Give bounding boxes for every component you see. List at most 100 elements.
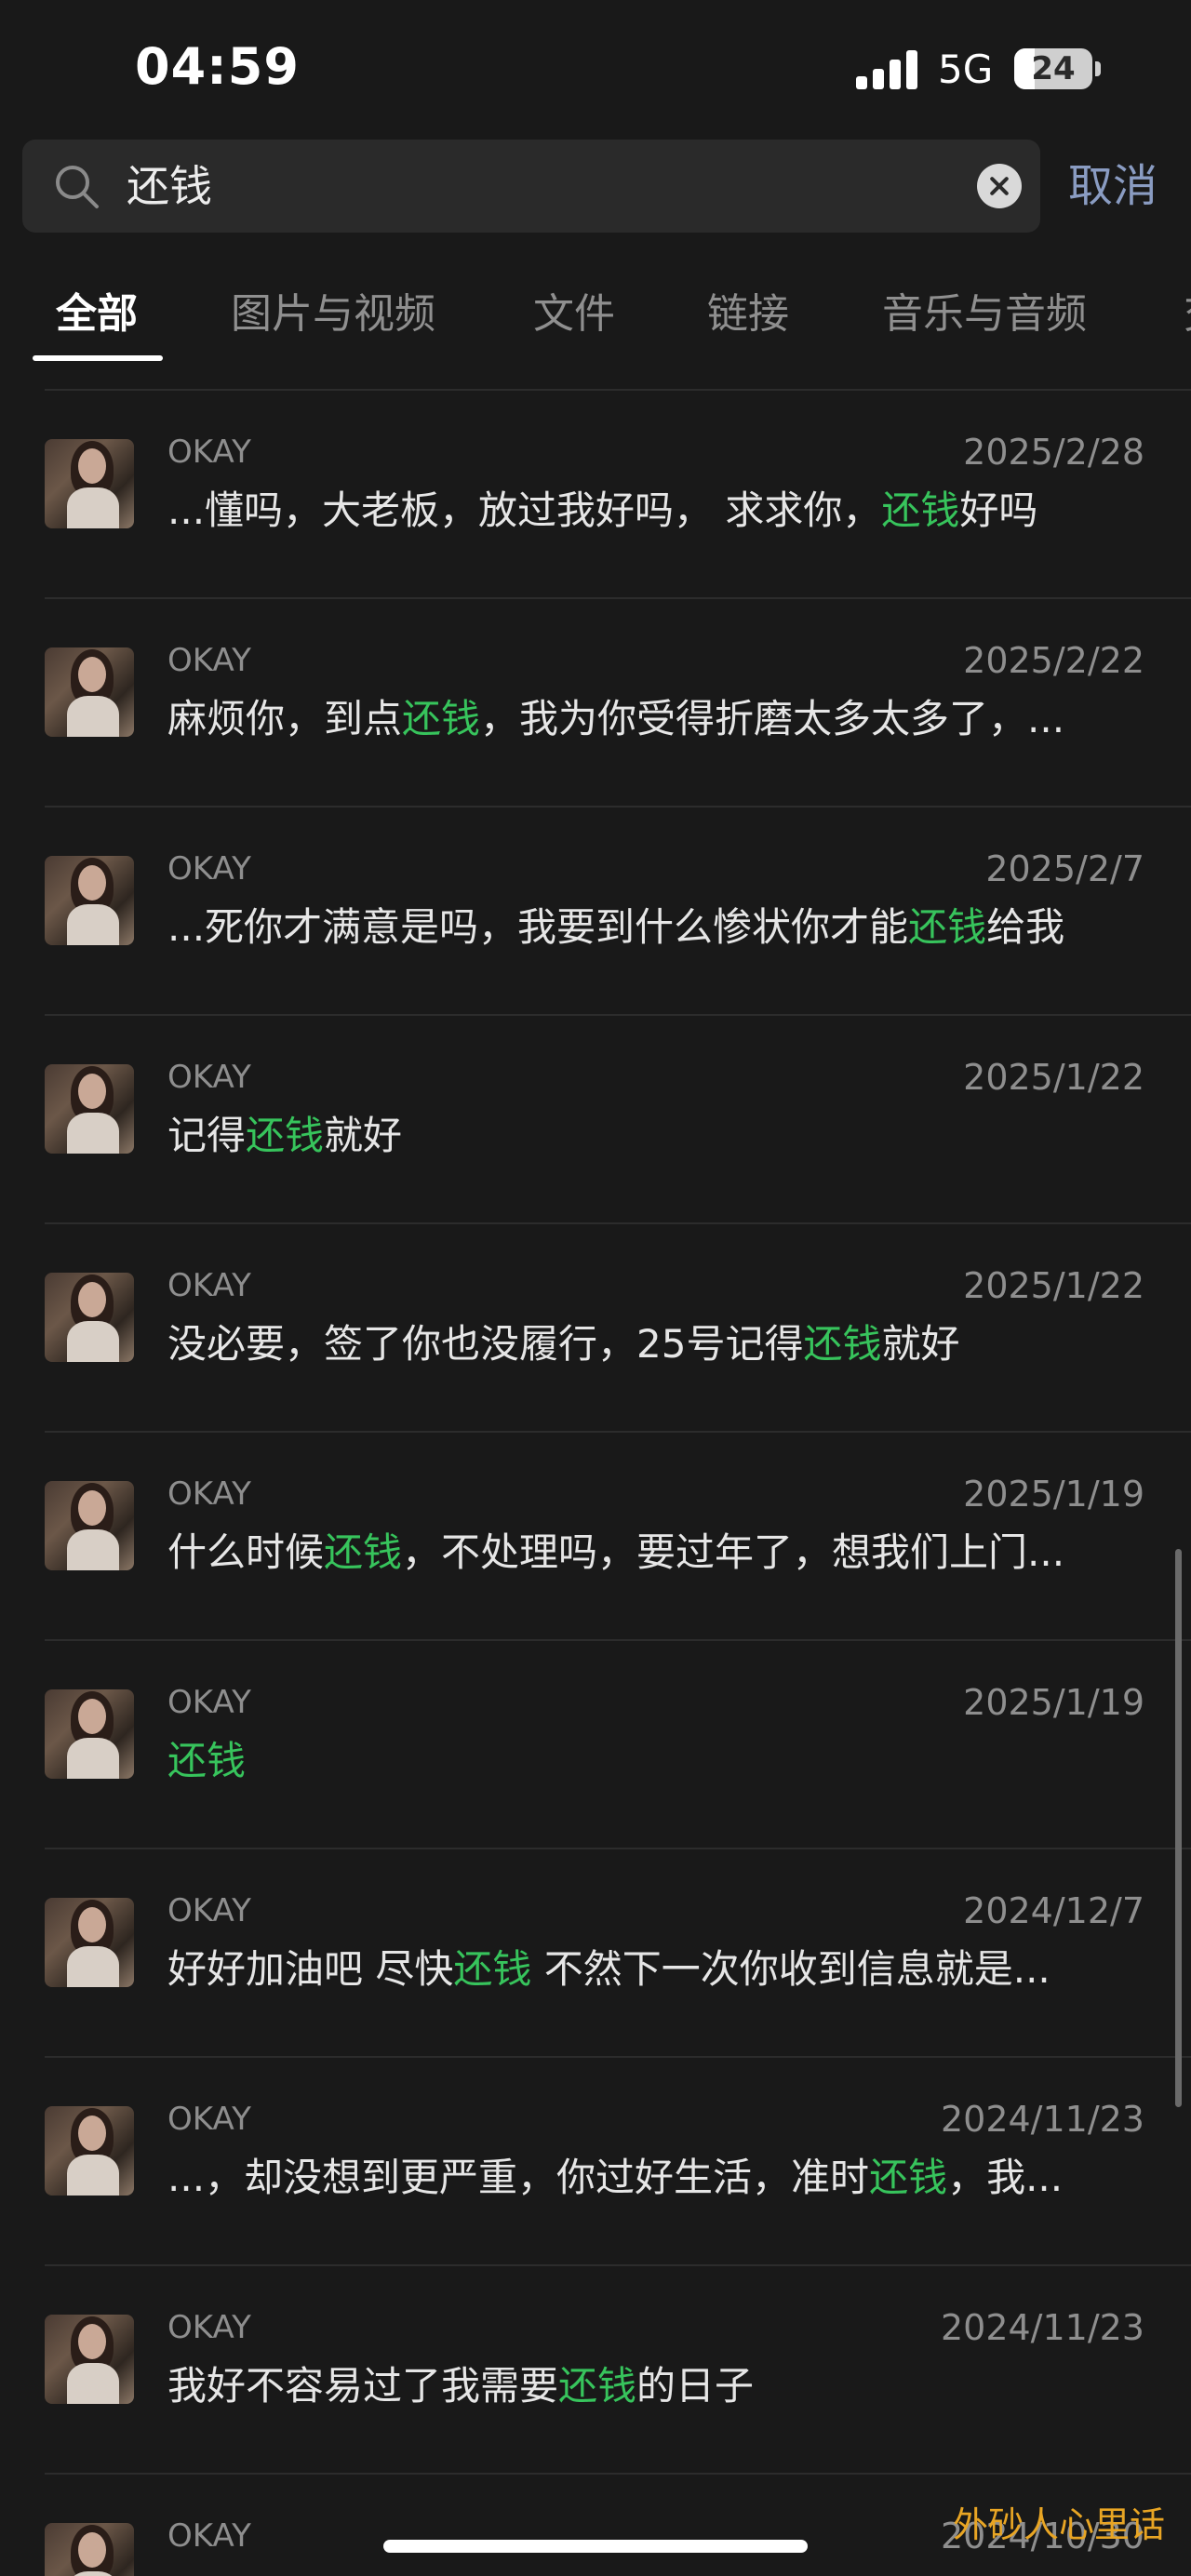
contact-name: OKAY — [167, 2517, 251, 2555]
snippet-highlight: 还钱 — [869, 2155, 948, 2200]
result-item[interactable]: OKAY 2025/2/28 ...懂吗，大老板，放过我好吗， 求求你，还钱好吗 — [0, 391, 1191, 599]
avatar-face-shape — [78, 2532, 106, 2568]
snippet-text-after: ，我... — [947, 2155, 1064, 2200]
message-snippet: 记得还钱就好 — [167, 1109, 1146, 1163]
avatar-body-shape — [67, 1529, 119, 1570]
result-item[interactable]: OKAY 2025/2/22 麻烦你，到点还钱，我为你受得折磨太多太多了，... — [0, 599, 1191, 808]
contact-name: OKAY — [167, 1267, 251, 1304]
contact-avatar — [45, 2523, 134, 2576]
avatar-face-shape — [78, 2116, 106, 2151]
snippet-text-before: 没必要，签了你也没履行，25号记得 — [167, 1321, 804, 1367]
tab-links[interactable]: 链接 — [707, 287, 789, 342]
message-date: 2025/1/22 — [963, 1265, 1144, 1306]
watermark-text: 外砂人心里话 — [953, 2504, 1166, 2545]
search-input[interactable]: 还钱 — [127, 160, 212, 212]
avatar-body-shape — [67, 904, 119, 945]
battery-tip-icon — [1095, 61, 1101, 76]
avatar-body-shape — [67, 2363, 119, 2404]
message-date: 2024/11/23 — [940, 2099, 1144, 2140]
avatar-face-shape — [78, 1490, 106, 1526]
avatar-body-shape — [67, 1946, 119, 1987]
result-item[interactable]: OKAY 2025/2/7 ...死你才满意是吗，我要到什么惨状你才能还钱给我 — [0, 808, 1191, 1016]
battery-level: 24 — [1031, 50, 1076, 87]
contact-name: OKAY — [167, 434, 251, 471]
snippet-text-after: 给我 — [986, 904, 1065, 950]
result-item[interactable]: OKAY 2024/12/7 好好加油吧 尽快还钱 不然下一次你收到信息就是... — [0, 1849, 1191, 2058]
message-snippet: 好好加油吧 尽快还钱 不然下一次你收到信息就是... — [167, 1942, 1146, 1996]
snippet-highlight: 还钱 — [167, 1738, 247, 1783]
contact-avatar — [45, 1898, 134, 1987]
contact-avatar — [45, 439, 134, 528]
search-results-list: OKAY 2025/2/28 ...懂吗，大老板，放过我好吗， 求求你，还钱好吗 OK… — [0, 363, 1191, 2576]
message-snippet: 我好不容易过了我需要还钱的日子 — [167, 2359, 1146, 2413]
active-tab-indicator — [33, 355, 163, 361]
snippet-text-before: 什么时候 — [167, 1529, 325, 1575]
message-snippet: ...懂吗，大老板，放过我好吗， 求求你，还钱好吗 — [167, 484, 1146, 538]
tab-files[interactable]: 文件 — [533, 287, 615, 342]
search-icon — [56, 166, 99, 208]
snippet-text-after: ，我为你受得折磨太多太多了，... — [480, 696, 1065, 741]
tab-more[interactable]: 交 — [1184, 287, 1191, 342]
message-date: 2025/1/22 — [963, 1057, 1144, 1098]
snippet-highlight: 还钱 — [402, 696, 481, 741]
contact-avatar — [45, 1064, 134, 1154]
result-item[interactable]: OKAY 2025/1/19 什么时候还钱，不处理吗，要过年了，想我们上门... — [0, 1433, 1191, 1641]
tab-images-videos[interactable]: 图片与视频 — [231, 287, 435, 342]
snippet-text-before: 记得 — [167, 1113, 247, 1158]
status-bar: 04:59 5G 24 — [0, 0, 1191, 140]
message-snippet: 麻烦你，到点还钱，我为你受得折磨太多太多了，... — [167, 692, 1146, 746]
battery-icon: 24 — [1014, 48, 1092, 89]
snippet-text-after: 好吗 — [959, 487, 1038, 533]
scrollbar[interactable] — [1175, 1549, 1182, 2107]
contact-name: OKAY — [167, 1475, 251, 1513]
snippet-text-before: 我好不容易过了我需要 — [167, 2363, 559, 2409]
avatar-face-shape — [78, 1074, 106, 1109]
contact-avatar — [45, 647, 134, 737]
avatar-face-shape — [78, 865, 106, 901]
home-indicator[interactable] — [383, 2540, 808, 2553]
search-field[interactable]: 还钱 — [22, 140, 1040, 233]
result-item[interactable]: OKAY 2024/11/23 我好不容易过了我需要还钱的日子 — [0, 2266, 1191, 2475]
snippet-highlight: 还钱 — [324, 1529, 403, 1575]
snippet-text-after: 不然下一次你收到信息就是... — [531, 1946, 1050, 1992]
message-snippet: 什么时候还钱，不处理吗，要过年了，想我们上门... — [167, 1526, 1146, 1580]
message-date: 2024/12/7 — [963, 1890, 1144, 1931]
snippet-highlight: 还钱 — [803, 1321, 882, 1367]
clear-search-icon[interactable] — [977, 164, 1022, 208]
snippet-highlight: 还钱 — [246, 1113, 325, 1158]
tab-all[interactable]: 全部 — [56, 287, 138, 342]
result-item[interactable]: OKAY 2025/1/19 还钱 — [0, 1641, 1191, 1849]
avatar-face-shape — [78, 1907, 106, 1942]
network-type: 5G — [938, 47, 994, 92]
avatar-body-shape — [67, 2155, 119, 2196]
contact-name: OKAY — [167, 2309, 251, 2346]
message-date: 2025/2/22 — [963, 640, 1144, 681]
cancel-button[interactable]: 取消 — [1068, 156, 1158, 216]
result-item[interactable]: OKAY 2024/11/23 ...，却没想到更严重，你过好生活，准时还钱，我..… — [0, 2058, 1191, 2266]
contact-avatar — [45, 1273, 134, 1362]
avatar-body-shape — [67, 1738, 119, 1779]
tab-music-audio[interactable]: 音乐与音频 — [882, 287, 1087, 342]
message-snippet: ...死你才满意是吗，我要到什么惨状你才能还钱给我 — [167, 901, 1146, 954]
message-snippet: 还钱 — [167, 1734, 1146, 1788]
avatar-body-shape — [67, 696, 119, 737]
contact-name: OKAY — [167, 1059, 251, 1096]
avatar-face-shape — [78, 448, 106, 484]
message-snippet: ...，却没想到更严重，你过好生活，准时还钱，我... — [167, 2151, 1146, 2205]
message-date: 2025/2/7 — [985, 848, 1144, 889]
snippet-text-before: ...，却没想到更严重，你过好生活，准时 — [167, 2155, 870, 2200]
contact-avatar — [45, 2106, 134, 2196]
snippet-text-after: 就好 — [324, 1113, 403, 1158]
snippet-highlight: 还钱 — [558, 2363, 637, 2409]
result-item[interactable]: OKAY 2025/1/22 没必要，签了你也没履行，25号记得还钱就好 — [0, 1224, 1191, 1433]
contact-name: OKAY — [167, 642, 251, 679]
snippet-text-before: ...懂吗，大老板，放过我好吗， 求求你， — [167, 487, 882, 533]
cellular-signal-icon — [856, 48, 917, 89]
contact-avatar — [45, 2315, 134, 2404]
contact-name: OKAY — [167, 1684, 251, 1721]
message-date: 2025/1/19 — [963, 1474, 1144, 1515]
status-time: 04:59 — [135, 37, 300, 96]
contact-name: OKAY — [167, 2101, 251, 2138]
avatar-face-shape — [78, 2324, 106, 2359]
result-item[interactable]: OKAY 2025/1/22 记得还钱就好 — [0, 1016, 1191, 1224]
